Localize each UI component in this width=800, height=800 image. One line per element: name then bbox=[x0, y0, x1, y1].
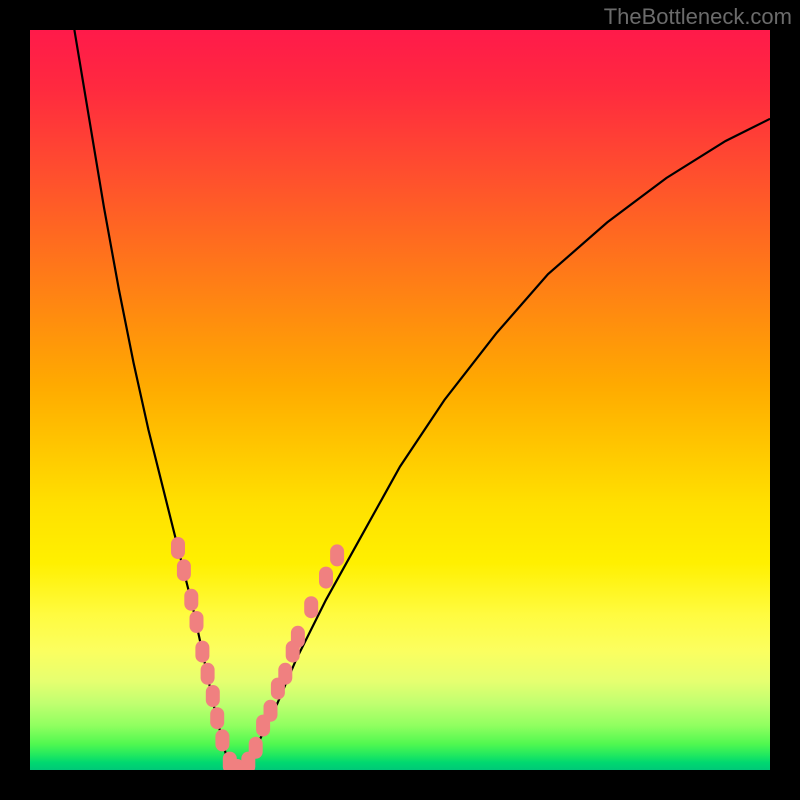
bottleneck-curve-line bbox=[74, 30, 770, 770]
marker-point bbox=[206, 685, 220, 707]
marker-point bbox=[210, 707, 224, 729]
marker-point bbox=[278, 663, 292, 685]
marker-point bbox=[171, 537, 185, 559]
marker-point bbox=[195, 641, 209, 663]
marker-point bbox=[201, 663, 215, 685]
marker-point bbox=[319, 567, 333, 589]
marker-group bbox=[171, 537, 344, 770]
chart-svg bbox=[30, 30, 770, 770]
marker-point bbox=[215, 729, 229, 751]
chart-plot-area bbox=[30, 30, 770, 770]
attribution-text: TheBottleneck.com bbox=[604, 4, 792, 30]
marker-point bbox=[190, 611, 204, 633]
marker-point bbox=[184, 589, 198, 611]
marker-point bbox=[330, 544, 344, 566]
marker-point bbox=[264, 700, 278, 722]
marker-point bbox=[304, 596, 318, 618]
marker-point bbox=[177, 559, 191, 581]
marker-point bbox=[249, 737, 263, 759]
marker-point bbox=[291, 626, 305, 648]
